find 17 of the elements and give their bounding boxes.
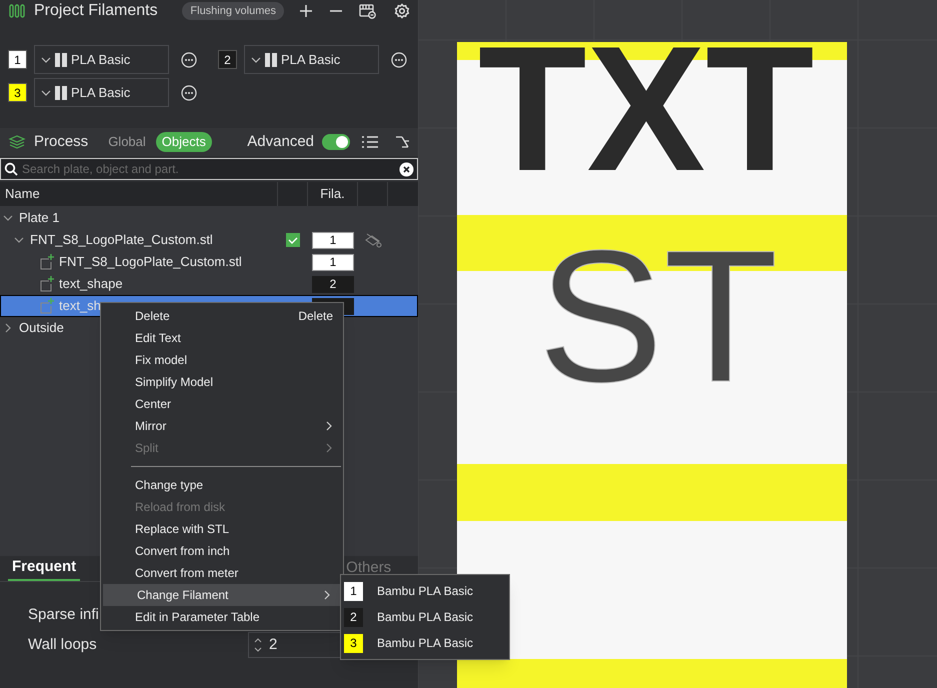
advanced-label: Advanced xyxy=(247,132,314,152)
tree-item-label: Outside xyxy=(19,319,64,338)
model-text: TXT xyxy=(478,18,814,200)
model-text: ST xyxy=(538,222,778,410)
filament-swatch: 2 xyxy=(344,608,363,626)
tree-item-label: Plate 1 xyxy=(19,209,60,228)
setting-label: Sparse infi xyxy=(28,606,99,623)
tree-item-label: text_shape xyxy=(59,275,123,294)
panel-title: Project Filaments xyxy=(34,1,158,21)
filament-swatch: 3 xyxy=(344,634,363,652)
tree-item-label: FNT_S8_LogoPlate_Custom.stl xyxy=(59,253,242,272)
filament-swatch: 1 xyxy=(344,582,363,600)
tree-item-label: text_sh xyxy=(59,297,101,316)
section-title: Process xyxy=(34,132,88,152)
column-header: Name xyxy=(4,185,41,204)
setting-label: Wall loops xyxy=(28,636,97,653)
tree-item-label: FNT_S8_LogoPlate_Custom.stl xyxy=(30,231,213,250)
